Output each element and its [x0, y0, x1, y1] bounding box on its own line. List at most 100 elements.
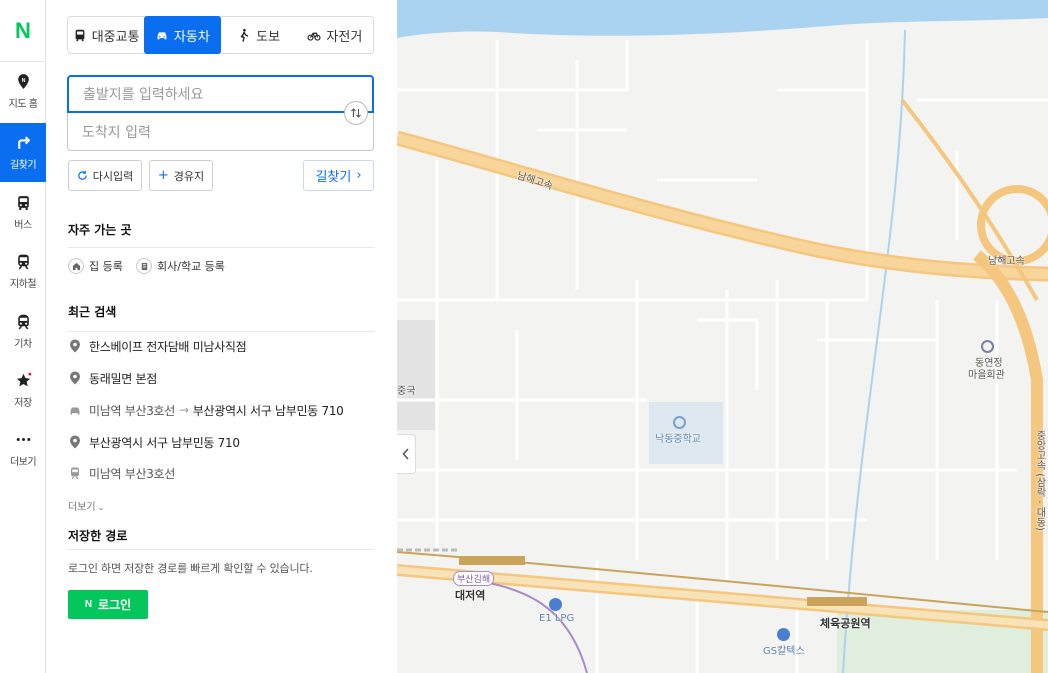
- divider: [68, 549, 374, 550]
- search-label: 길찾기: [315, 170, 352, 185]
- pin-icon: [69, 435, 80, 449]
- nav-label: 버스: [14, 220, 32, 231]
- saved-title: 저장한 경로: [68, 529, 128, 543]
- nav-saved[interactable]: 저장: [0, 361, 46, 420]
- lpg-station-icon: [549, 598, 562, 611]
- nav-label: 더보기: [9, 457, 37, 468]
- destination-input[interactable]: 도착지 입력: [67, 113, 374, 151]
- route-to: 부산광역시 서구 남부민동 710: [192, 403, 344, 418]
- login-description: 로그인 하면 저장한 경로를 빠르게 확인할 수 있습니다.: [68, 562, 313, 575]
- tab-bike[interactable]: 자전거: [297, 17, 373, 53]
- side-nav: N N 지도 홈 길찾기 버스 지하철 기차 저장 더보기: [0, 0, 46, 673]
- frequent-title: 자주 가는 곳: [68, 223, 132, 237]
- recent-text: 동래밀면 본점: [89, 371, 157, 386]
- recent-text: 한스베이프 전자담배 미남사직점: [89, 339, 247, 354]
- station-label: 체육공원역: [820, 617, 871, 630]
- recent-item[interactable]: 한스베이프 전자담배 미남사직점: [68, 336, 374, 356]
- nav-label: 길찾기: [9, 160, 37, 171]
- directions-panel: 대중교통 자동차 도보 자전거 출발지를 입력하세요 도착지 입력 다시입력 +…: [46, 0, 397, 673]
- subway-icon: [17, 254, 29, 270]
- star-icon: [16, 372, 31, 387]
- map-pin-icon: N: [17, 74, 29, 89]
- chevron-left-icon: [402, 448, 409, 460]
- recent-title: 최근 검색: [68, 305, 117, 319]
- login-button[interactable]: N 로그인: [68, 590, 148, 619]
- collapse-panel-button[interactable]: [397, 434, 416, 474]
- nav-label: 지도 홈: [8, 99, 38, 110]
- car-icon: [70, 407, 79, 415]
- naver-n-icon: N: [84, 599, 93, 610]
- home-label: 집 등록: [89, 260, 123, 273]
- work-label: 회사/학교 등록: [157, 260, 225, 273]
- place-label: 중국: [397, 386, 416, 397]
- tab-label: 대중교통: [91, 29, 140, 45]
- via-label: 경유지: [173, 169, 205, 183]
- origin-input[interactable]: 출발지를 입력하세요: [67, 75, 374, 113]
- metro-line-badge: 부산김해: [453, 571, 495, 586]
- divider: [68, 247, 374, 248]
- walk-icon: [240, 28, 249, 42]
- school-label: 낙동중학교: [655, 434, 701, 445]
- route-inputs: 출발지를 입력하세요 도착지 입력: [67, 75, 374, 151]
- car-icon: [157, 32, 167, 40]
- plus-icon: +: [157, 168, 169, 183]
- community-label: 마을회관: [968, 370, 1005, 381]
- svg-text:N: N: [21, 78, 25, 84]
- nav-label: 기차: [14, 339, 32, 350]
- find-route-button[interactable]: 길찾기 ›: [303, 160, 374, 191]
- directions-icon: [17, 136, 30, 149]
- refresh-icon: [78, 170, 87, 180]
- reset-button[interactable]: 다시입력: [68, 160, 142, 191]
- recent-text: 미남역 부산3호선: [89, 466, 176, 481]
- naver-logo[interactable]: N: [0, 0, 46, 62]
- swap-button[interactable]: [344, 101, 368, 125]
- recent-item[interactable]: 부산광역시 서구 남부민동 710: [68, 432, 374, 452]
- nav-subway[interactable]: 지하철: [0, 242, 46, 301]
- swap-icon: [351, 108, 361, 118]
- building-icon: [141, 262, 147, 270]
- divider: [68, 331, 374, 332]
- gas-station-icon: [777, 628, 790, 641]
- expressway-label: 중앙고속 (삼락 - 대동): [1034, 430, 1045, 531]
- nav-train[interactable]: 기차: [0, 302, 46, 361]
- bus-icon: [17, 196, 29, 210]
- home-icon: [72, 262, 80, 270]
- register-home-button[interactable]: 집 등록: [68, 258, 123, 274]
- tab-label: 자동차: [173, 29, 210, 45]
- recent-route-item[interactable]: 미남역 부산3호선 → 부산광역시 서구 남부민동 710: [68, 400, 374, 420]
- pin-icon: [69, 371, 80, 385]
- tab-car[interactable]: 자동차: [144, 16, 221, 54]
- bike-icon: [307, 32, 321, 41]
- nav-map-home[interactable]: N 지도 홈: [0, 62, 46, 121]
- arrow-right-icon: →: [179, 403, 189, 417]
- map-canvas[interactable]: 남해고속 남해고속 동연정 마을회관 낙동중학교 중국 부산김해 대저역 E1 …: [397, 0, 1048, 673]
- chevron-right-icon: ›: [356, 168, 362, 183]
- more-link[interactable]: 더보기 ⌄: [68, 498, 104, 513]
- nav-directions[interactable]: 길찾기: [0, 123, 46, 182]
- train-icon: [17, 314, 29, 330]
- recent-item[interactable]: 미남역 부산3호선: [68, 463, 374, 483]
- bus-icon: [75, 29, 85, 42]
- reset-label: 다시입력: [92, 169, 134, 183]
- community-poi-icon: [981, 340, 994, 353]
- pin-icon: [69, 339, 80, 353]
- recent-text: 부산광역시 서구 남부민동 710: [89, 435, 240, 450]
- poi-label: GS칼텍스: [763, 646, 805, 657]
- nav-bus[interactable]: 버스: [0, 183, 46, 242]
- tab-walk[interactable]: 도보: [221, 17, 297, 53]
- add-waypoint-button[interactable]: + 경유지: [149, 160, 213, 191]
- nav-label: 저장: [14, 398, 32, 409]
- chevron-down-icon: ⌄: [97, 503, 105, 512]
- subway-icon: [70, 467, 79, 480]
- transport-mode-tabs: 대중교통 자동차 도보 자전거: [67, 16, 374, 54]
- nav-more[interactable]: 더보기: [0, 420, 46, 479]
- tab-label: 도보: [256, 29, 281, 45]
- register-work-button[interactable]: 회사/학교 등록: [136, 258, 225, 274]
- school-icon: [673, 416, 686, 429]
- more-icon: [16, 438, 30, 441]
- highway-label: 남해고속: [988, 256, 1025, 267]
- poi-label: E1 LPG: [539, 613, 575, 624]
- tab-label: 자전거: [326, 29, 363, 45]
- recent-item[interactable]: 동래밀면 본점: [68, 368, 374, 388]
- tab-transit[interactable]: 대중교통: [68, 17, 144, 53]
